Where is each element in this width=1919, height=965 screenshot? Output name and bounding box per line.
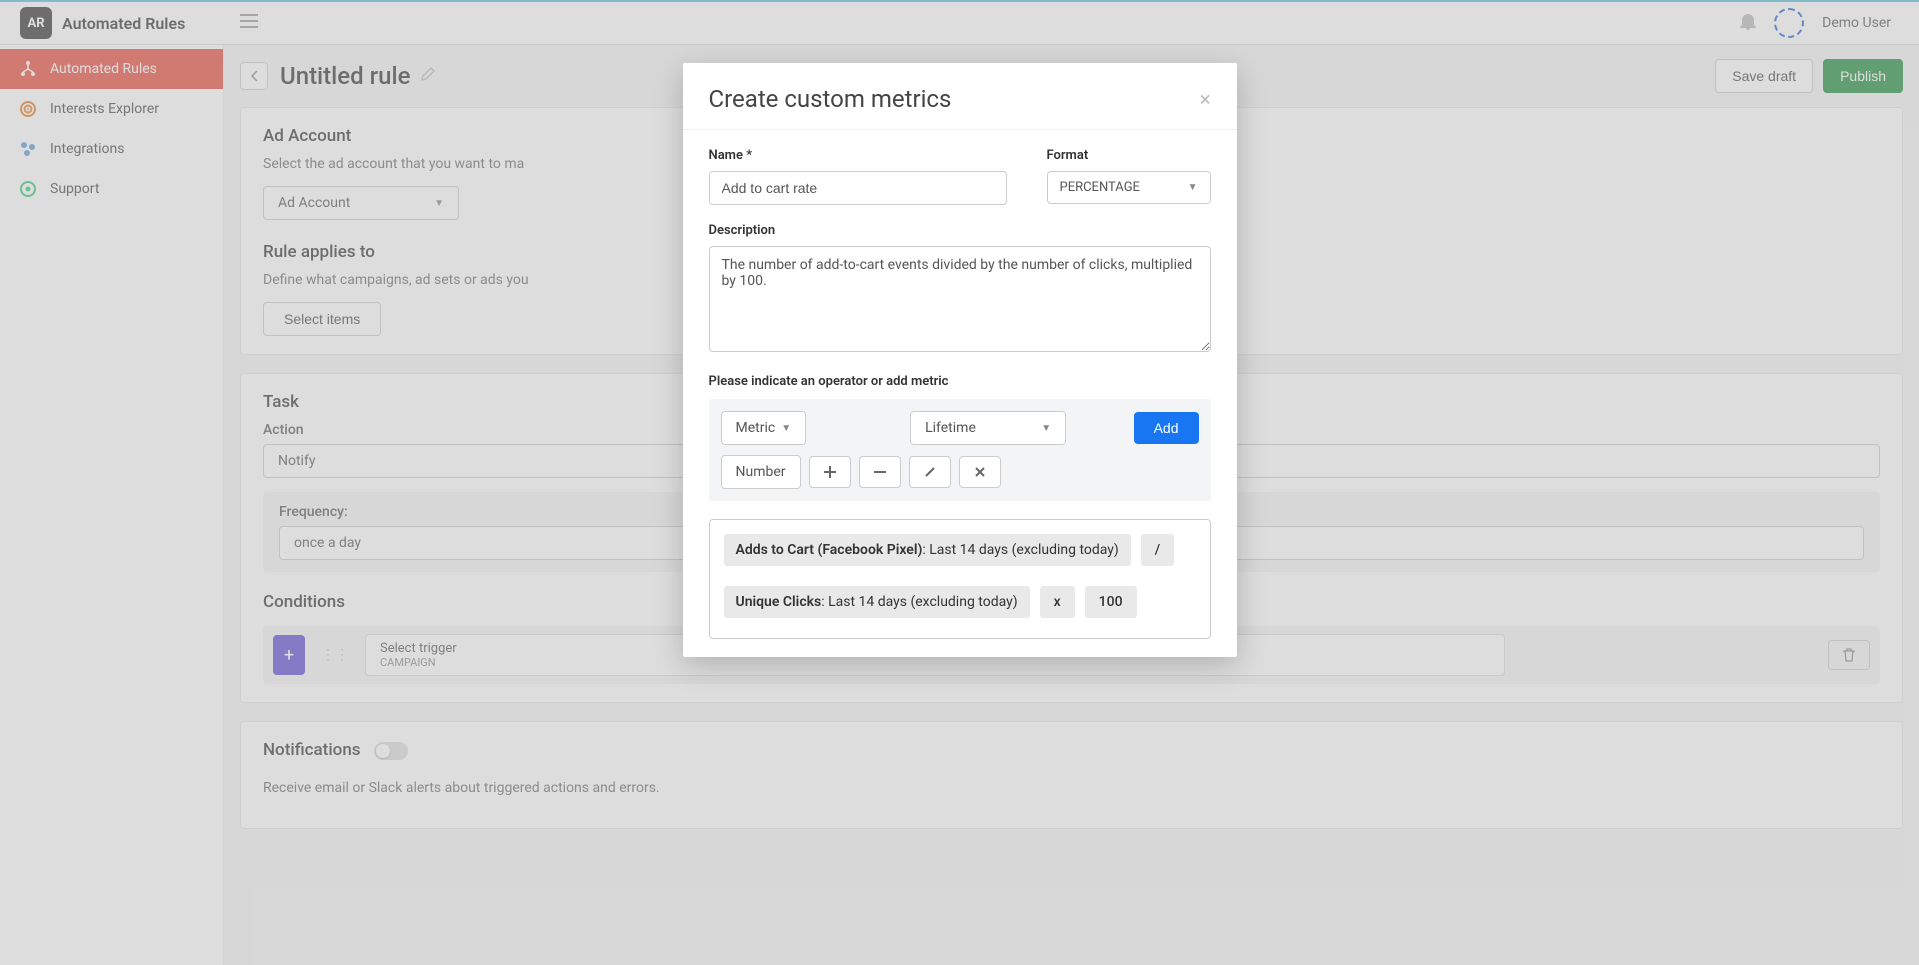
description-label: Description (709, 223, 1211, 238)
formula-operator[interactable]: x (1040, 586, 1075, 618)
formula-chip[interactable]: Adds to Cart (Facebook Pixel): Last 14 d… (724, 534, 1131, 566)
minus-operator-button[interactable] (859, 456, 901, 488)
format-select[interactable]: PERCENTAGE ▼ (1047, 171, 1211, 204)
modal-body: Name * Format PERCENTAGE ▼ Description P… (683, 130, 1237, 657)
metric-row: Metric ▼ Lifetime ▼ Add (721, 411, 1199, 445)
description-input[interactable] (709, 246, 1211, 352)
close-icon[interactable]: × (1200, 87, 1211, 111)
format-col: Format PERCENTAGE ▼ (1047, 148, 1211, 205)
operator-hint: Please indicate an operator or add metri… (709, 374, 1211, 389)
multiply-operator-button[interactable] (959, 456, 1001, 488)
chip-metric-range: : Last 14 days (excluding today) (922, 542, 1118, 558)
name-col: Name * (709, 148, 1007, 205)
add-button[interactable]: Add (1134, 412, 1199, 444)
formula-chip[interactable]: Unique Clicks: Last 14 days (excluding t… (724, 586, 1030, 618)
modal-header: Create custom metrics × (683, 63, 1237, 130)
name-label: Name * (709, 148, 1007, 163)
format-value: PERCENTAGE (1060, 180, 1140, 195)
number-button[interactable]: Number (721, 455, 801, 489)
plus-operator-button[interactable] (809, 456, 851, 488)
chevron-down-icon: ▼ (1041, 423, 1051, 434)
chip-metric-name: Unique Clicks (736, 594, 822, 610)
description-group: Description (709, 223, 1211, 356)
chip-metric-range: : Last 14 days (excluding today) (821, 594, 1017, 610)
timeframe-select[interactable]: Lifetime ▼ (910, 411, 1066, 445)
metric-label: Metric (736, 420, 776, 436)
name-format-row: Name * Format PERCENTAGE ▼ (709, 148, 1211, 205)
modal-title: Create custom metrics (709, 85, 952, 113)
formula-operator[interactable]: / (1141, 534, 1174, 566)
name-input[interactable] (709, 171, 1007, 205)
operator-section: Metric ▼ Lifetime ▼ Add Number (709, 399, 1211, 501)
chevron-down-icon: ▼ (1188, 182, 1198, 193)
formula-box[interactable]: Adds to Cart (Facebook Pixel): Last 14 d… (709, 519, 1211, 639)
modal-overlay[interactable]: Create custom metrics × Name * Format PE… (0, 0, 1919, 965)
modal: Create custom metrics × Name * Format PE… (683, 63, 1237, 657)
timeframe-value: Lifetime (925, 420, 976, 436)
metric-dropdown[interactable]: Metric ▼ (721, 411, 807, 445)
chip-metric-name: Adds to Cart (Facebook Pixel) (736, 542, 923, 558)
formula-number[interactable]: 100 (1085, 586, 1137, 618)
divide-operator-button[interactable] (909, 456, 951, 488)
operator-row: Number (721, 455, 1199, 489)
format-label: Format (1047, 148, 1211, 163)
chevron-down-icon: ▼ (781, 423, 791, 434)
